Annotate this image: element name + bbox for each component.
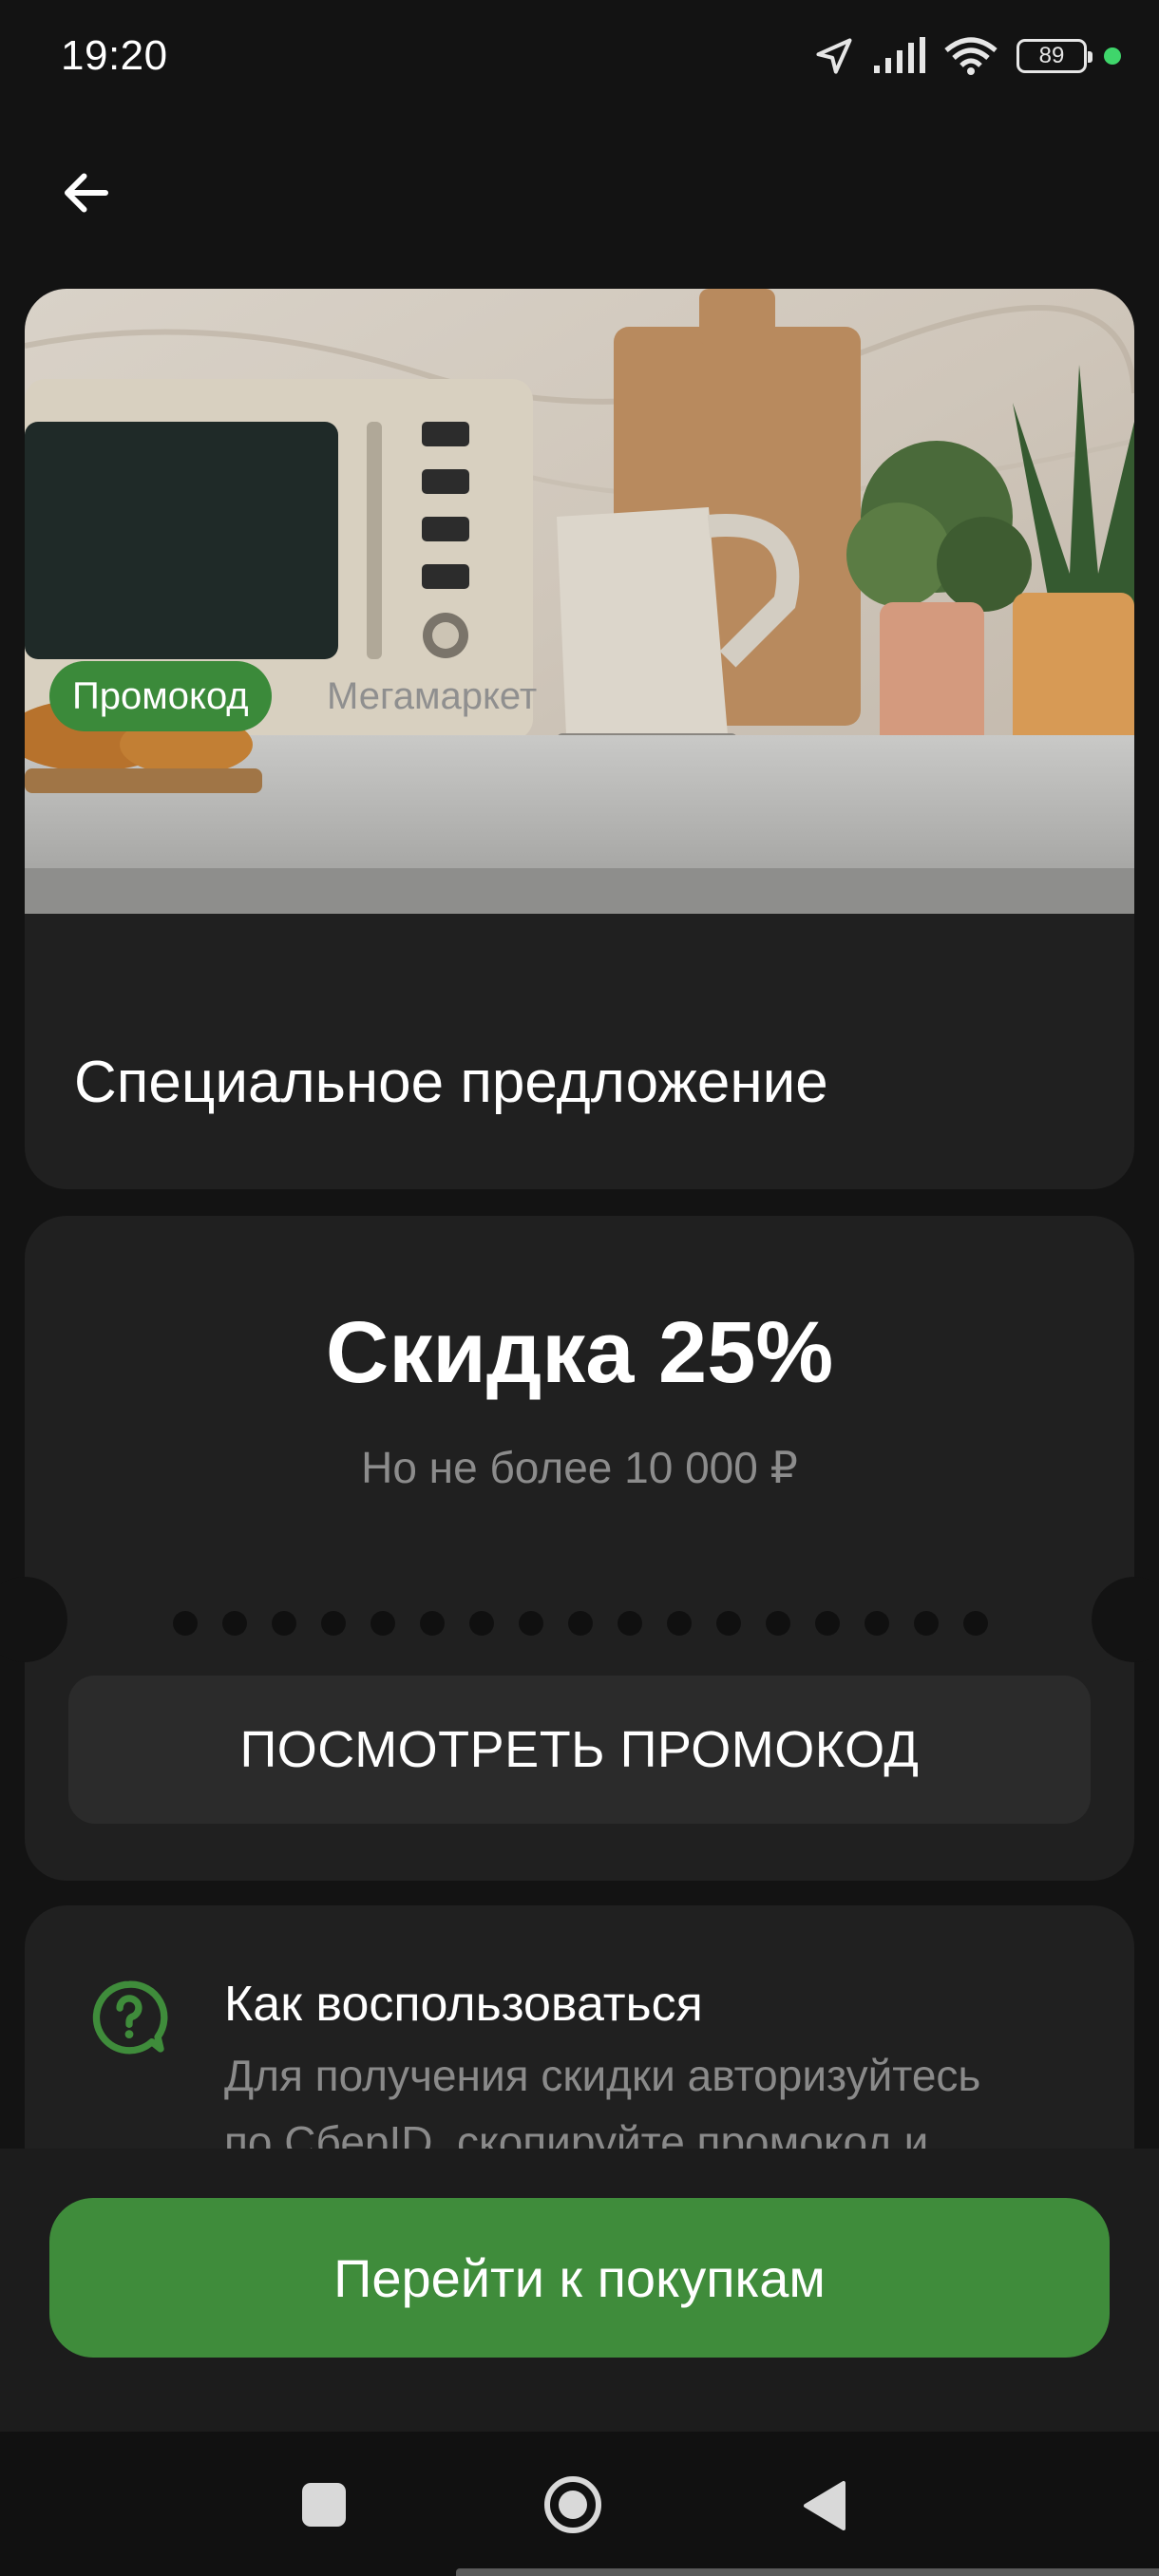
show-promocode-button[interactable]: ПОСМОТРЕТЬ ПРОМОКОД xyxy=(68,1676,1091,1824)
nav-square-icon[interactable] xyxy=(302,2483,346,2527)
back-button[interactable] xyxy=(46,152,127,234)
perforation-dot xyxy=(173,1611,198,1636)
perforation-dot xyxy=(618,1611,642,1636)
wifi-icon xyxy=(944,37,998,75)
perforation-dot xyxy=(568,1611,593,1636)
navigation-arrow-icon xyxy=(816,38,852,74)
howto-title: Как воспользоваться xyxy=(224,1977,703,2032)
discount-title: Скидка 25% xyxy=(325,1304,834,1401)
perforation-dot xyxy=(420,1611,445,1636)
discount-card-top xyxy=(25,1216,1134,1600)
perforation-dot xyxy=(864,1611,889,1636)
go-to-shopping-button[interactable]: Перейти к покупкам xyxy=(49,2198,1110,2358)
battery-icon: 89 xyxy=(1016,39,1092,73)
promo-tag: Промокод xyxy=(49,661,272,731)
perforation-dot xyxy=(815,1611,840,1636)
perforation-dot xyxy=(667,1611,692,1636)
system-navigation-bar xyxy=(0,2432,1159,2576)
nav-triangle-icon[interactable] xyxy=(800,2479,847,2532)
kitchen-banner-image xyxy=(25,289,1134,914)
perforation-dot xyxy=(272,1611,296,1636)
status-time: 19:20 xyxy=(61,32,168,79)
question-bubble-icon xyxy=(92,1980,168,2055)
offer-title: Специальное предложение xyxy=(74,1050,828,1115)
discount-limit: Но не более 10 000 ₽ xyxy=(361,1443,798,1492)
nav-circle-icon[interactable] xyxy=(543,2475,602,2534)
perforation-dot xyxy=(963,1611,988,1636)
perforation-dot xyxy=(321,1611,346,1636)
status-icons: 89 xyxy=(813,32,1121,80)
battery-level: 89 xyxy=(1038,43,1065,68)
gesture-indicator xyxy=(456,2568,1159,2576)
privacy-indicator-dot xyxy=(1104,47,1121,65)
perforation-dot xyxy=(914,1611,939,1636)
perforation-dot xyxy=(519,1611,543,1636)
perforation-dot xyxy=(469,1611,494,1636)
perforation-dot xyxy=(766,1611,790,1636)
perforation-dot xyxy=(370,1611,395,1636)
brand-name: Мегамаркет xyxy=(327,675,538,717)
howto-text-line1: Для получения скидки авторизуйтесь xyxy=(224,2051,981,2100)
perforation-dot xyxy=(222,1611,247,1636)
signal-icon xyxy=(874,37,925,73)
back-arrow-icon xyxy=(65,173,108,213)
perforation-dot xyxy=(716,1611,741,1636)
